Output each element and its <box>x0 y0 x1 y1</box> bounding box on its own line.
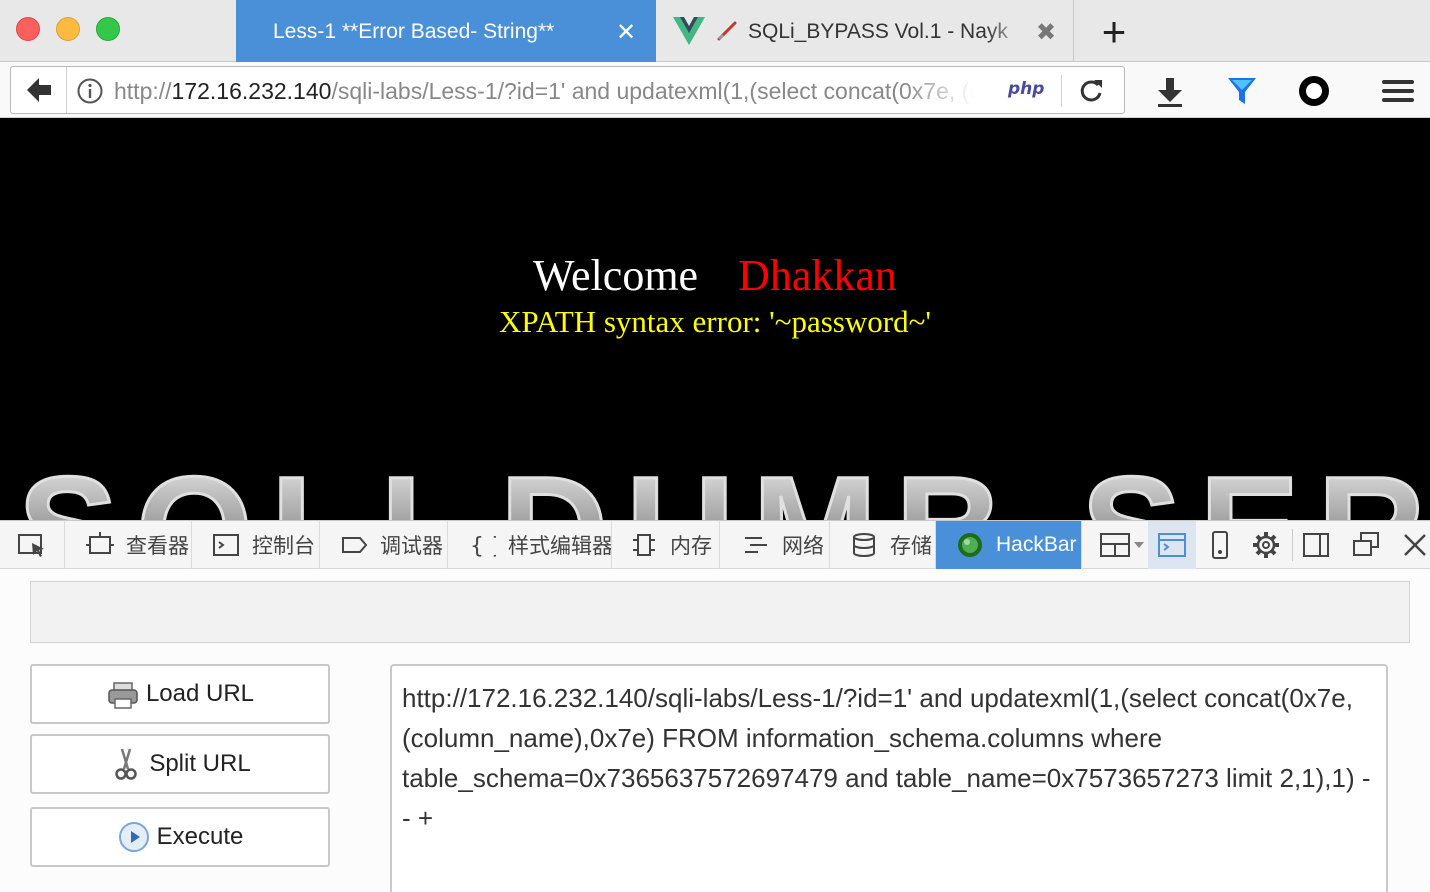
tab-close-icon[interactable]: ✕ <box>616 18 636 47</box>
close-window-button[interactable] <box>16 17 40 41</box>
info-icon[interactable] <box>77 78 103 104</box>
printer-icon <box>108 682 138 709</box>
url-textarea[interactable]: http://172.16.232.140/sqli-labs/Less-1/?… <box>390 664 1388 892</box>
hackbar-top-field[interactable] <box>30 581 1410 643</box>
tab-close-icon[interactable]: ✖ <box>1036 18 1056 47</box>
console-icon <box>213 534 239 556</box>
url-bar[interactable]: http://172.16.232.140/sqli-labs/Less-1/?… <box>10 66 1125 114</box>
load-url-button[interactable]: Load URL <box>30 664 330 724</box>
php-badge: php <box>1008 79 1045 99</box>
execute-button[interactable]: Execute <box>30 807 330 867</box>
tab-inspector[interactable]: 查看器 <box>86 521 192 569</box>
element-picker-icon[interactable] <box>16 529 48 561</box>
welcome-line: Welcome Dhakkan <box>533 251 897 300</box>
vue-icon <box>673 17 705 45</box>
play-icon <box>118 822 149 852</box>
browser-window: Less-1 **Error Based- String** ✕ SQLi_BY… <box>0 0 1430 892</box>
split-console-icon[interactable] <box>1156 529 1188 561</box>
new-tab-button[interactable]: + <box>1092 11 1136 53</box>
url-text[interactable]: http://172.16.232.140/sqli-labs/Less-1/?… <box>114 78 974 105</box>
hackbar-panel: Load URL Split URL Execute http://172.16… <box>0 569 1430 892</box>
tab-storage[interactable]: 存储 <box>850 521 936 569</box>
storage-icon <box>853 533 875 557</box>
responsive-design-icon[interactable] <box>1204 529 1236 561</box>
tab-debugger[interactable]: 调试器 <box>340 521 448 569</box>
split-url-button[interactable]: Split URL <box>30 734 330 794</box>
memory-icon <box>633 534 655 556</box>
tab-hackbar[interactable]: HackBar <box>936 521 1082 569</box>
devtools-toolbar: 查看器 控制台 调试器 { } 样式编辑器 内存 网络 存储 HackBar <box>0 520 1430 569</box>
sqli-dumb-series-banner: SQLI DUMB SERIES <box>18 463 1430 520</box>
url-separator <box>1061 75 1062 107</box>
debugger-icon <box>342 537 368 553</box>
hackbar-icon <box>958 533 982 557</box>
scissors-icon <box>115 748 138 780</box>
inspector-icon <box>86 532 114 554</box>
tab-memory[interactable]: 内存 <box>630 521 720 569</box>
gear-icon[interactable] <box>1250 529 1282 561</box>
minimize-window-button[interactable] <box>56 17 80 41</box>
tab-bar: Less-1 **Error Based- String** ✕ SQLi_BY… <box>0 0 1430 62</box>
svg-text:SQLI DUMB SERIES: SQLI DUMB SERIES <box>18 463 1430 520</box>
back-arrow-icon <box>27 78 51 102</box>
zoom-window-button[interactable] <box>96 17 120 41</box>
navigation-bar: http://172.16.232.140/sqli-labs/Less-1/?… <box>0 62 1430 118</box>
circle-extension-icon[interactable] <box>1296 74 1332 108</box>
tab-less-1[interactable]: Less-1 **Error Based- String** ✕ <box>236 0 656 62</box>
tab-title: SQLi_BYPASS Vol.1 - Nayk <box>748 20 1008 43</box>
tab-style-editor[interactable]: { } 样式编辑器 <box>468 521 612 569</box>
pen-icon <box>717 21 737 41</box>
tab-sqli-bypass[interactable]: SQLi_BYPASS Vol.1 - Nayk ✖ <box>656 0 1074 62</box>
network-icon <box>745 537 767 553</box>
tab-network[interactable]: 网络 <box>742 521 830 569</box>
tab-console[interactable]: 控制台 <box>212 521 320 569</box>
reload-icon[interactable] <box>1073 75 1109 107</box>
style-editor-icon: { } <box>470 534 496 558</box>
layout-dropdown-icon[interactable] <box>1098 529 1148 561</box>
tab-title: Less-1 **Error Based- String** <box>273 20 555 43</box>
download-icon[interactable] <box>1152 74 1188 108</box>
back-button[interactable] <box>11 67 67 113</box>
separate-window-icon[interactable] <box>1350 529 1382 561</box>
error-message: XPATH syntax error: '~password~' <box>499 304 931 339</box>
dock-side-icon[interactable] <box>1300 529 1332 561</box>
page-content: Welcome Dhakkan XPATH syntax error: '~pas… <box>0 118 1430 520</box>
svg-text:{ }: { } <box>470 534 496 558</box>
close-devtools-icon[interactable] <box>1400 529 1430 561</box>
funnel-icon[interactable] <box>1224 74 1260 108</box>
hamburger-menu-icon[interactable] <box>1380 74 1416 108</box>
